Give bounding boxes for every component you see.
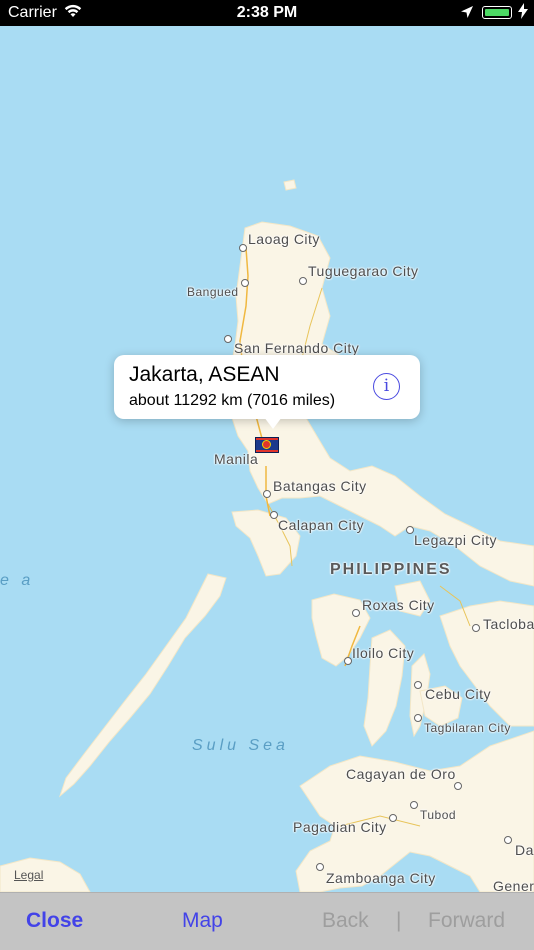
city-marker[interactable] — [263, 490, 271, 498]
city-label-calapan[interactable]: Calapan City — [278, 517, 364, 533]
city-marker[interactable] — [389, 814, 397, 822]
city-marker[interactable] — [414, 681, 422, 689]
callout-distance: about 11292 km (7016 miles) — [129, 392, 336, 409]
map-view[interactable]: Laoag City Tuguegarao City Bangued San F… — [0, 26, 534, 894]
sea-label-fragment: e a — [0, 572, 35, 589]
city-marker[interactable] — [299, 277, 307, 285]
charging-bolt-icon — [518, 3, 528, 23]
city-label-batangas[interactable]: Batangas City — [273, 478, 367, 494]
city-marker[interactable] — [270, 511, 278, 519]
city-label-legazpi[interactable]: Legazpi City — [414, 532, 497, 548]
annotation-callout[interactable]: Jakarta, ASEAN about 11292 km (7016 mile… — [114, 355, 420, 429]
city-label-davao[interactable]: Da — [515, 842, 534, 858]
city-label-roxas[interactable]: Roxas City — [362, 597, 435, 613]
asean-flag-pin-icon[interactable] — [255, 437, 279, 453]
city-label-bangued[interactable]: Bangued — [187, 285, 239, 299]
city-marker[interactable] — [316, 863, 324, 871]
clock: 2:38 PM — [236, 4, 298, 21]
city-label-cagayan[interactable]: Cagayan de Oro — [346, 766, 456, 782]
city-marker[interactable] — [224, 335, 232, 343]
city-marker[interactable] — [241, 279, 249, 287]
city-marker[interactable] — [344, 657, 352, 665]
city-marker[interactable] — [352, 609, 360, 617]
city-marker[interactable] — [414, 714, 422, 722]
city-label-cebu[interactable]: Cebu City — [425, 686, 491, 702]
city-label-manila[interactable]: Manila — [214, 451, 258, 467]
country-label-philippines: PHILIPPINES — [330, 561, 452, 578]
city-label-tuguegarao[interactable]: Tuguegarao City — [308, 263, 418, 279]
battery-icon — [482, 6, 512, 19]
city-label-tagbilaran[interactable]: Tagbilaran City — [424, 721, 511, 735]
map-button[interactable]: Map — [182, 909, 223, 933]
sea-label-sulu: Sulu Sea — [192, 737, 289, 754]
city-marker[interactable] — [454, 782, 462, 790]
bottom-toolbar: Close Map Back | Forward — [0, 892, 534, 950]
city-label-tacloban[interactable]: Taclobа — [483, 616, 534, 632]
callout-title: Jakarta, ASEAN — [129, 363, 280, 386]
city-marker[interactable] — [239, 244, 247, 252]
back-button[interactable]: Back — [322, 909, 369, 933]
city-marker[interactable] — [406, 526, 414, 534]
city-marker[interactable] — [504, 836, 512, 844]
legal-link[interactable]: Legal — [14, 868, 43, 882]
city-label-pagadian[interactable]: Pagadian City — [293, 819, 387, 835]
app-screen: Carrier 2:38 PM Laoag City Tuguegarao Ci… — [0, 0, 534, 950]
map-land-shapes — [0, 179, 534, 892]
city-label-laoag[interactable]: Laoag City — [248, 231, 320, 247]
city-label-iloilo[interactable]: Iloilo City — [352, 645, 414, 661]
city-marker[interactable] — [410, 801, 418, 809]
callout-pointer — [264, 417, 282, 429]
toolbar-separator: | — [396, 909, 402, 932]
city-label-zamboanga[interactable]: Zamboanga City — [326, 870, 436, 886]
forward-button[interactable]: Forward — [428, 909, 505, 933]
city-label-tubod[interactable]: Tubod — [420, 808, 456, 822]
city-label-san-fernando[interactable]: San Fernando City — [234, 340, 359, 356]
city-marker[interactable] — [472, 624, 480, 632]
location-arrow-icon — [460, 5, 474, 24]
status-bar: Carrier 2:38 PM — [0, 0, 534, 26]
close-button[interactable]: Close — [26, 909, 83, 933]
info-icon[interactable]: i — [373, 373, 400, 400]
